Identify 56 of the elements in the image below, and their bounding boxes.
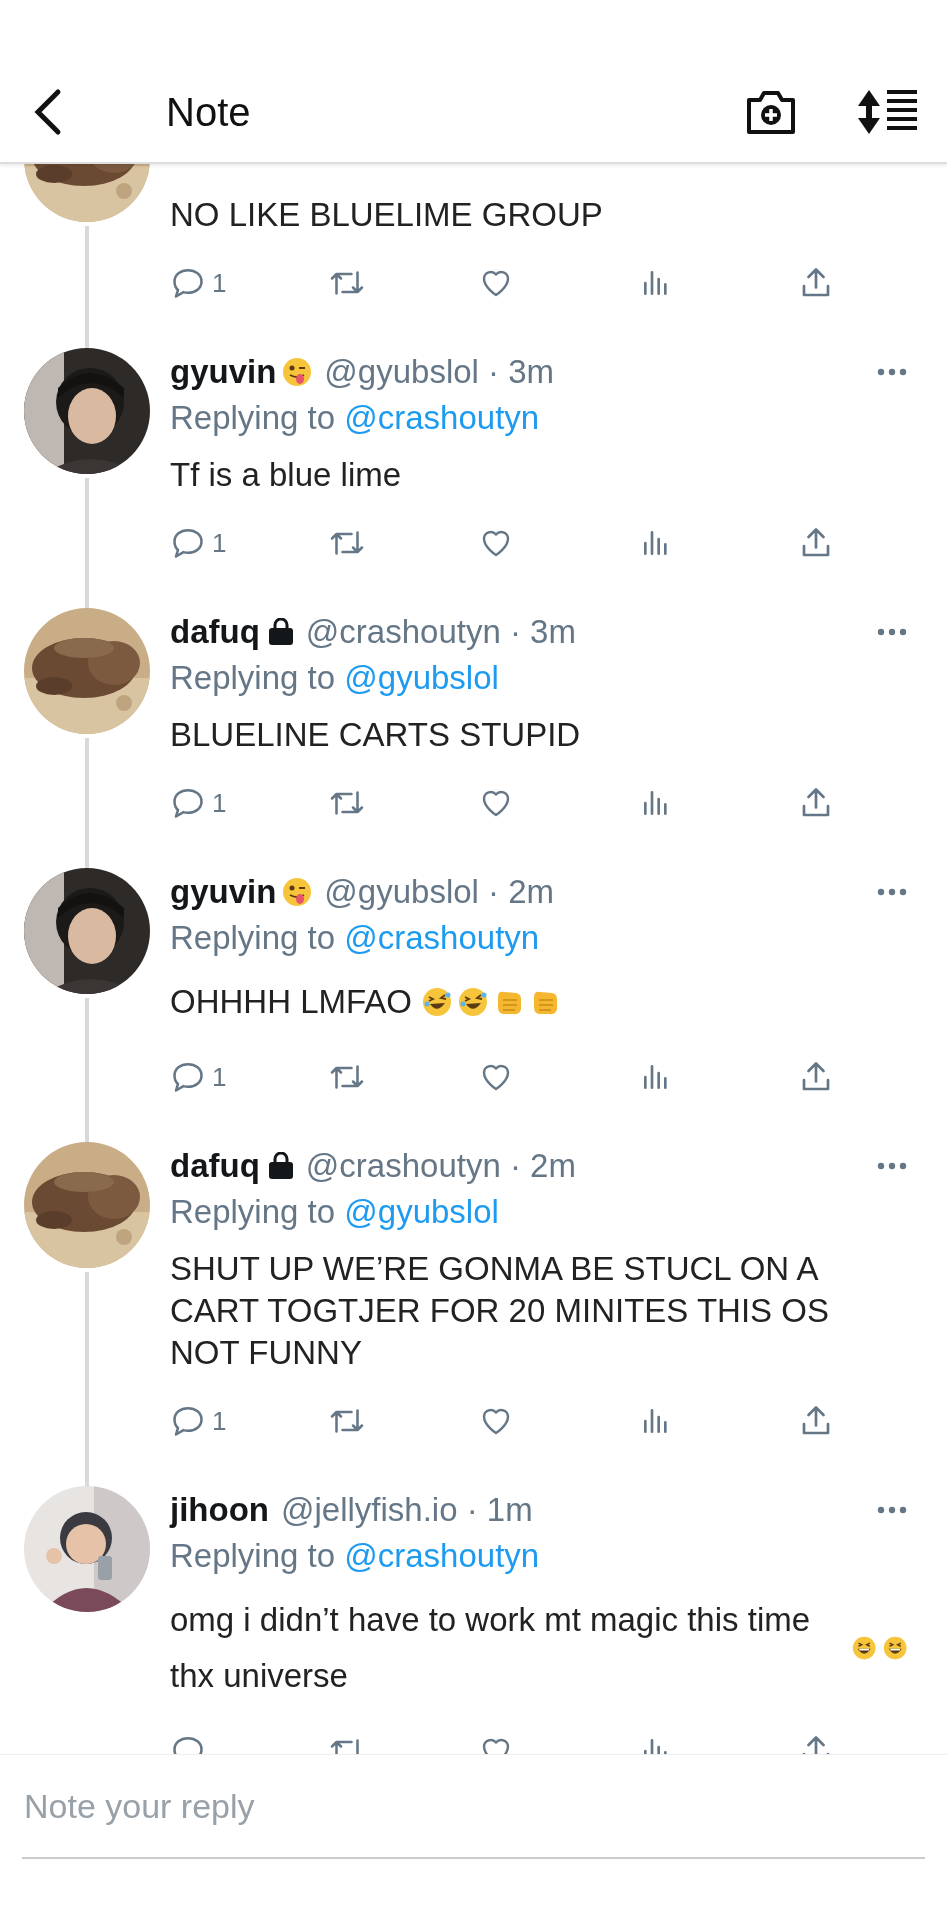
more-button[interactable] (877, 1162, 907, 1170)
reply-button[interactable]: 1 (170, 265, 327, 301)
camera-plus-icon (745, 88, 797, 136)
sort-list-icon (857, 88, 919, 136)
display-name: gyuvin (170, 353, 277, 391)
mention-link[interactable]: @crashoutyn (344, 1537, 540, 1574)
handle-and-time: @jellyfish.io · 1m (280, 1491, 534, 1529)
display-name: gyuvin (170, 873, 277, 911)
tweet-text: omg i didn’t have to work mt magic this time thx universe (170, 1600, 812, 1696)
more-icon (877, 888, 907, 896)
laughing-face-icon (422, 987, 453, 1017)
handle-and-time: @crashoutyn · 2m (305, 1147, 577, 1185)
reply-count: 1 (212, 1061, 227, 1093)
more-icon (877, 1506, 907, 1514)
tweet-text: SHUT UP WE’RE GONMA BE STUCL ON A CART TOGTJER FOR 20 MINITES THIS OS NOT FUNNY (170, 1249, 830, 1373)
reply-button[interactable]: 1 (170, 785, 327, 821)
more-button[interactable] (877, 368, 907, 376)
reply-count: 1 (212, 527, 227, 559)
winking-face-icon (282, 357, 313, 387)
replying-to-text: Replying to @crashoutyn (170, 918, 541, 958)
reply-button[interactable]: 1 (170, 1403, 327, 1439)
more-button[interactable] (877, 628, 907, 636)
more-button[interactable] (877, 888, 907, 896)
display-name: dafuq (170, 613, 260, 651)
replying-to-text: Replying to @gyubslol (170, 658, 500, 698)
display-name: jihoon (170, 1491, 269, 1529)
more-icon (877, 1162, 907, 1170)
tweet-text: BLUELINE CARTS STUPID (170, 715, 581, 755)
replying-to-text: Replying to @gyubslol (170, 1192, 500, 1232)
handle-and-time: @gyubslol · 3m (324, 353, 556, 391)
camera-button[interactable] (745, 88, 797, 136)
reply-count: 1 (212, 267, 227, 299)
reply-button[interactable]: 1 (170, 525, 327, 561)
tweet-text: NO LIKE BLUELIME GROUP (170, 195, 603, 235)
reply-button[interactable]: 1 (170, 1059, 327, 1095)
reply-count: 1 (212, 787, 227, 819)
laughing-face-icon (458, 987, 489, 1017)
more-icon (877, 628, 907, 636)
display-name: dafuq (170, 1147, 260, 1185)
mention-link[interactable]: @gyubslol (344, 1193, 499, 1230)
mention-link[interactable]: @crashoutyn (344, 399, 540, 436)
sort-button[interactable] (857, 88, 919, 136)
replying-to-text: Replying to @crashoutyn (170, 1536, 541, 1576)
reply-input-field[interactable]: Note your reply (22, 1755, 925, 1859)
handle-and-time: @gyubslol · 2m (324, 873, 556, 911)
page-title: Note (166, 89, 252, 136)
winking-face-icon (282, 877, 313, 907)
more-button[interactable] (877, 1506, 907, 1514)
replying-to-text: Replying to @crashoutyn (170, 398, 541, 438)
tweet-text: OHHHH LMFAO (170, 982, 413, 1022)
reply-count: 1 (212, 1405, 227, 1437)
mention-link[interactable]: @crashoutyn (344, 919, 540, 956)
tweet-text: Tf is a blue lime (170, 455, 402, 495)
mention-link[interactable]: @gyubslol (344, 659, 499, 696)
more-icon (877, 368, 907, 376)
handle-and-time: @crashoutyn · 3m (305, 613, 577, 651)
